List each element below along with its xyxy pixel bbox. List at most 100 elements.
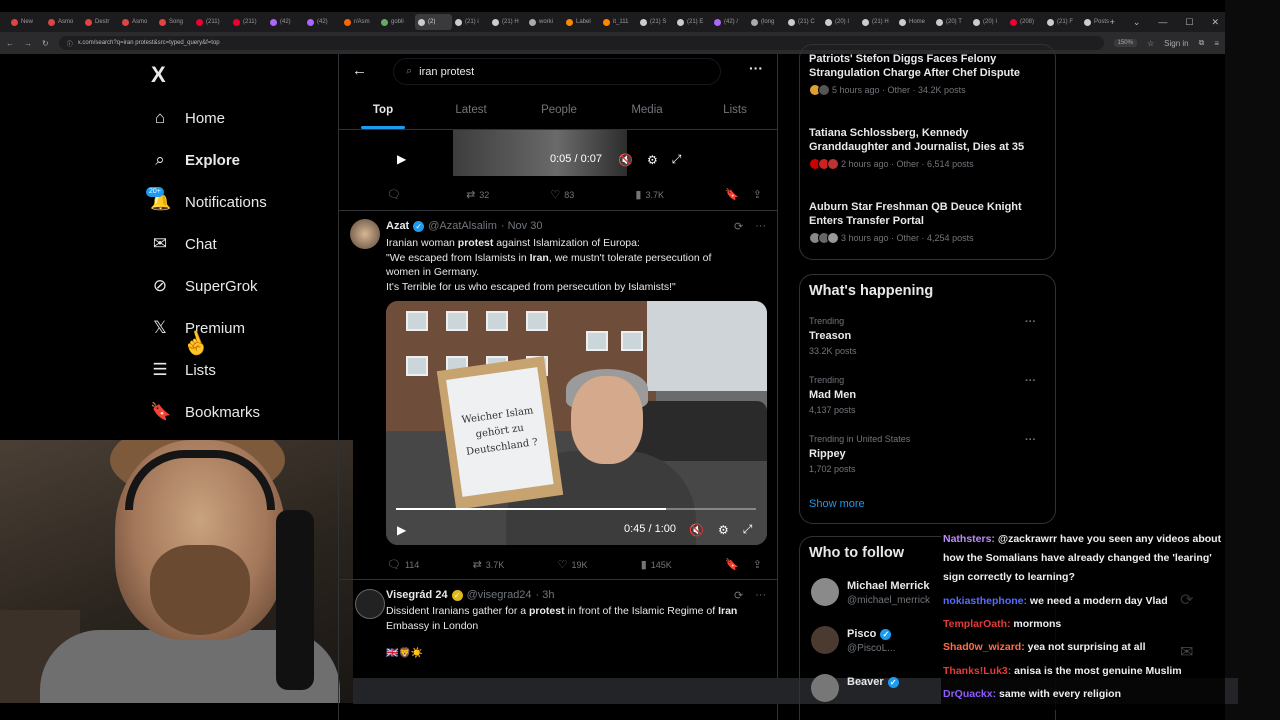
close-icon[interactable]: ✕ (1211, 17, 1219, 28)
video-progress[interactable] (396, 508, 756, 510)
share-icon[interactable]: ⇪ (753, 188, 762, 201)
trend-item[interactable]: Trending Mad Men 4,137 posts ··· (809, 375, 1044, 415)
sidebar-item-supergrok[interactable]: ⊘ SuperGrok (150, 271, 258, 301)
avatar[interactable] (355, 589, 385, 619)
sidebar-item-bookmarks[interactable]: 🔖 Bookmarks (150, 397, 260, 427)
views-button[interactable]: ▮ 3.7K (635, 188, 664, 201)
author-handle[interactable]: @AzatAlsalim (428, 220, 497, 232)
browser-tab[interactable]: (208) (1007, 14, 1044, 30)
more-options-icon[interactable]: ··· (1025, 434, 1036, 446)
repost-button[interactable]: ⇄ 3.7K (473, 558, 505, 571)
browser-tab[interactable]: (211) (230, 14, 267, 30)
play-icon[interactable]: ▶ (397, 523, 406, 537)
news-item[interactable]: Auburn Star Freshman QB Deuce Knight Ent… (809, 200, 1044, 244)
avatar[interactable] (811, 626, 839, 654)
browser-tab[interactable]: gobli (378, 14, 415, 30)
sidebar-item-chat[interactable]: ✉ Chat (150, 229, 217, 259)
browser-tab[interactable]: (20) T (933, 14, 970, 30)
follow-name[interactable]: Beaver (847, 676, 884, 688)
browser-tab[interactable]: Label (563, 14, 600, 30)
more-options-icon[interactable]: ··· (749, 60, 763, 76)
browser-tab[interactable]: (21) E (674, 14, 711, 30)
browser-tab[interactable]: New (8, 14, 45, 30)
like-button[interactable]: ♡ 19K (558, 558, 588, 571)
news-item[interactable]: Patriots' Stefon Diggs Faces Felony Stra… (809, 52, 1044, 96)
tab-list-icon[interactable]: ⌄ (1133, 17, 1141, 28)
browser-tab[interactable]: (21) H (859, 14, 896, 30)
browser-tab[interactable]: (21) i (452, 14, 489, 30)
minimize-icon[interactable]: — (1158, 17, 1167, 27)
fullscreen-icon[interactable]: ⤢ (672, 152, 682, 167)
zoom-level[interactable]: 150% (1113, 39, 1137, 47)
browser-tab[interactable]: Destr (82, 14, 119, 30)
browser-tab[interactable]: (20) I (822, 14, 859, 30)
sidebar-item-explore[interactable]: ⌕ Explore (150, 145, 240, 175)
video-player[interactable]: Weicher Islam gehört zu Deutschland ? ▶ … (386, 301, 767, 545)
share-icon[interactable]: ⇪ (753, 558, 762, 571)
tab-lists[interactable]: Lists (691, 94, 777, 129)
maximize-icon[interactable]: ☐ (1185, 17, 1193, 28)
back-icon[interactable]: ← (6, 39, 14, 48)
reply-button[interactable]: 🗨 (387, 188, 405, 201)
forward-icon[interactable]: → (24, 39, 32, 48)
tab-people[interactable]: People (515, 94, 603, 129)
mute-icon[interactable]: 🔇 (689, 523, 704, 537)
repost-button[interactable]: ⇄ 32 (466, 188, 489, 201)
avatar[interactable] (811, 674, 839, 702)
follow-name[interactable]: Pisco (847, 628, 876, 640)
author-name[interactable]: Azat (386, 220, 409, 232)
trend-item[interactable]: Trending in United States Rippey 1,702 pos… (809, 434, 1044, 474)
star-icon[interactable]: ☆ (1147, 39, 1154, 48)
browser-tab[interactable]: worki (526, 14, 563, 30)
more-options-icon[interactable]: ··· (755, 589, 766, 602)
browser-tab[interactable]: (21) F (1044, 14, 1081, 30)
grok-icon[interactable]: ⟳ (734, 220, 743, 233)
browser-tab[interactable]: (long (748, 14, 785, 30)
sign-in-button[interactable]: Sign in (1164, 39, 1188, 48)
browser-tab[interactable]: Song (156, 14, 193, 30)
post-date[interactable]: · Nov 30 (501, 220, 543, 232)
browser-tab[interactable]: (21) C (785, 14, 822, 30)
browser-tab[interactable]: (2) (415, 14, 452, 30)
avatar[interactable] (811, 578, 839, 606)
video-player[interactable]: ▶ 0:05 / 0:07 🔇 ⚙ ⤢ (386, 130, 766, 178)
trend-item[interactable]: Trending Treason 33.2K posts ··· (809, 316, 1044, 356)
browser-tab[interactable]: r/Asm (341, 14, 378, 30)
settings-icon[interactable]: ⚙ (718, 523, 729, 537)
tab-latest[interactable]: Latest (427, 94, 515, 129)
reload-icon[interactable]: ↻ (42, 39, 49, 48)
sidebar-item-lists[interactable]: ☰ Lists (150, 355, 215, 385)
post-date[interactable]: · 3h (536, 589, 555, 601)
play-icon[interactable]: ▶ (397, 152, 406, 166)
like-button[interactable]: ♡ 83 (550, 188, 574, 201)
fullscreen-icon[interactable]: ⤢ (743, 522, 753, 537)
bookmark-icon[interactable]: 🔖 (725, 558, 739, 571)
browser-tab[interactable]: (42) / (711, 14, 748, 30)
browser-tab[interactable]: Asmo (45, 14, 82, 30)
new-tab-icon[interactable]: + (1110, 17, 1115, 27)
follow-name[interactable]: Michael Merrick (847, 580, 930, 592)
browser-tab[interactable]: it_111 (600, 14, 637, 30)
avatar[interactable] (350, 219, 380, 249)
show-more-link[interactable]: Show more (809, 498, 865, 510)
more-options-icon[interactable]: ··· (1025, 316, 1036, 328)
extensions-icon[interactable]: ⧉ (1199, 38, 1205, 48)
bookmark-icon[interactable]: 🔖 (725, 188, 739, 201)
sidebar-item-home[interactable]: ⌂ Home (150, 103, 225, 133)
browser-tab[interactable]: (21) S (637, 14, 674, 30)
mute-icon[interactable]: 🔇 (618, 153, 633, 167)
views-button[interactable]: ▮ 145K (641, 558, 672, 571)
browser-tab[interactable]: (42) (267, 14, 304, 30)
browser-tab[interactable]: (42) (304, 14, 341, 30)
grok-icon[interactable]: ⟳ (734, 589, 743, 602)
search-input[interactable]: ⌕ iran protest (393, 58, 721, 85)
author-handle[interactable]: @visegrad24 (467, 589, 532, 601)
x-logo[interactable]: X (151, 62, 166, 88)
tab-media[interactable]: Media (603, 94, 691, 129)
reply-button[interactable]: 🗨 114 (387, 558, 419, 571)
sidebar-item-notifications[interactable]: 🔔 Notifications (150, 187, 267, 217)
browser-tab[interactable]: Asmo (119, 14, 156, 30)
settings-icon[interactable]: ⚙ (647, 153, 658, 167)
tab-top[interactable]: Top (339, 94, 427, 129)
browser-tab[interactable]: Home (896, 14, 933, 30)
